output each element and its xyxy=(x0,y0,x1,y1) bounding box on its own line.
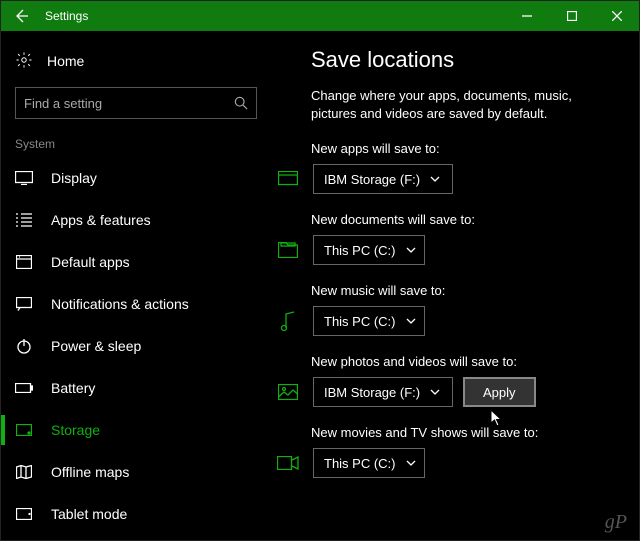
content-area: Home Find a setting System Display Apps … xyxy=(1,31,639,540)
setting-label: New movies and TV shows will save to: xyxy=(311,425,619,440)
arrow-left-icon xyxy=(13,8,29,24)
chevron-down-icon xyxy=(406,247,416,253)
maximize-button[interactable] xyxy=(549,1,594,31)
apply-label: Apply xyxy=(483,385,516,400)
setting-label: New photos and videos will save to: xyxy=(311,354,619,369)
titlebar: Settings xyxy=(1,1,639,31)
page-description: Change where your apps, documents, music… xyxy=(311,87,619,123)
chevron-down-icon xyxy=(406,460,416,466)
setting-label: New apps will save to: xyxy=(311,141,619,156)
notifications-icon xyxy=(15,297,33,311)
close-icon xyxy=(612,11,622,21)
list-icon xyxy=(15,213,33,227)
chevron-down-icon xyxy=(430,176,440,182)
photos-icon xyxy=(277,382,299,402)
page-title: Save locations xyxy=(311,47,619,73)
setting-label: New documents will save to: xyxy=(311,212,619,227)
sidebar-item-apps-features[interactable]: Apps & features xyxy=(1,199,271,241)
music-icon xyxy=(277,311,299,331)
cursor-icon xyxy=(490,409,504,427)
video-icon xyxy=(277,453,299,473)
setting-documents: New documents will save to: This PC (C:) xyxy=(311,212,619,265)
default-apps-icon xyxy=(15,255,33,269)
photos-location-dropdown[interactable]: IBM Storage (F:) xyxy=(313,377,453,407)
maximize-icon xyxy=(567,11,577,21)
apps-location-dropdown[interactable]: IBM Storage (F:) xyxy=(313,164,453,194)
power-icon xyxy=(15,338,33,354)
sidebar-item-notifications[interactable]: Notifications & actions xyxy=(1,283,271,325)
sidebar-item-offline-maps[interactable]: Offline maps xyxy=(1,451,271,493)
map-icon xyxy=(15,465,33,479)
sidebar-item-label: Notifications & actions xyxy=(51,296,189,312)
sidebar-item-power-sleep[interactable]: Power & sleep xyxy=(1,325,271,367)
gear-icon xyxy=(15,51,33,72)
dropdown-value: This PC (C:) xyxy=(324,243,396,258)
setting-label: New music will save to: xyxy=(311,283,619,298)
apps-icon xyxy=(277,169,299,189)
movies-location-dropdown[interactable]: This PC (C:) xyxy=(313,448,425,478)
search-icon xyxy=(234,96,248,110)
sidebar-item-label: Display xyxy=(51,170,97,186)
documents-icon xyxy=(277,240,299,260)
close-button[interactable] xyxy=(594,1,639,31)
sidebar-item-tablet-mode[interactable]: Tablet mode xyxy=(1,493,271,535)
sidebar-item-label: Offline maps xyxy=(51,464,129,480)
storage-icon xyxy=(15,424,33,436)
dropdown-value: IBM Storage (F:) xyxy=(324,385,420,400)
documents-location-dropdown[interactable]: This PC (C:) xyxy=(313,235,425,265)
sidebar-item-label: Power & sleep xyxy=(51,338,141,354)
search-input[interactable]: Find a setting xyxy=(15,87,257,119)
display-icon xyxy=(15,171,33,185)
main-panel: Save locations Change where your apps, d… xyxy=(271,31,639,540)
sidebar-item-battery[interactable]: Battery xyxy=(1,367,271,409)
dropdown-value: This PC (C:) xyxy=(324,456,396,471)
sidebar-item-label: Battery xyxy=(51,380,95,396)
setting-apps: New apps will save to: IBM Storage (F:) xyxy=(311,141,619,194)
sidebar: Home Find a setting System Display Apps … xyxy=(1,31,271,540)
sidebar-item-label: Storage xyxy=(51,422,100,438)
sidebar-item-display[interactable]: Display xyxy=(1,157,271,199)
setting-movies-tv: New movies and TV shows will save to: Th… xyxy=(311,425,619,478)
chevron-down-icon xyxy=(430,389,440,395)
setting-photos-videos: New photos and videos will save to: IBM … xyxy=(311,354,619,407)
window-controls xyxy=(504,1,639,31)
sidebar-item-label: Apps & features xyxy=(51,212,151,228)
home-nav[interactable]: Home xyxy=(1,41,271,81)
back-button[interactable] xyxy=(1,1,41,31)
sidebar-item-label: Tablet mode xyxy=(51,506,127,522)
settings-window: { "titlebar": { "title": "Settings" }, "… xyxy=(0,0,640,541)
sidebar-item-label: Default apps xyxy=(51,254,130,270)
music-location-dropdown[interactable]: This PC (C:) xyxy=(313,306,425,336)
watermark: gP xyxy=(605,511,627,534)
apply-button[interactable]: Apply xyxy=(463,377,536,407)
chevron-down-icon xyxy=(406,318,416,324)
home-label: Home xyxy=(47,53,84,69)
window-title: Settings xyxy=(41,9,504,23)
minimize-button[interactable] xyxy=(504,1,549,31)
tablet-icon xyxy=(15,508,33,520)
sidebar-item-default-apps[interactable]: Default apps xyxy=(1,241,271,283)
dropdown-value: This PC (C:) xyxy=(324,314,396,329)
section-header: System xyxy=(1,131,271,157)
setting-music: New music will save to: This PC (C:) xyxy=(311,283,619,336)
sidebar-item-storage[interactable]: Storage xyxy=(1,409,271,451)
battery-icon xyxy=(15,383,33,393)
search-placeholder: Find a setting xyxy=(24,96,102,111)
dropdown-value: IBM Storage (F:) xyxy=(324,172,420,187)
minimize-icon xyxy=(522,11,532,21)
